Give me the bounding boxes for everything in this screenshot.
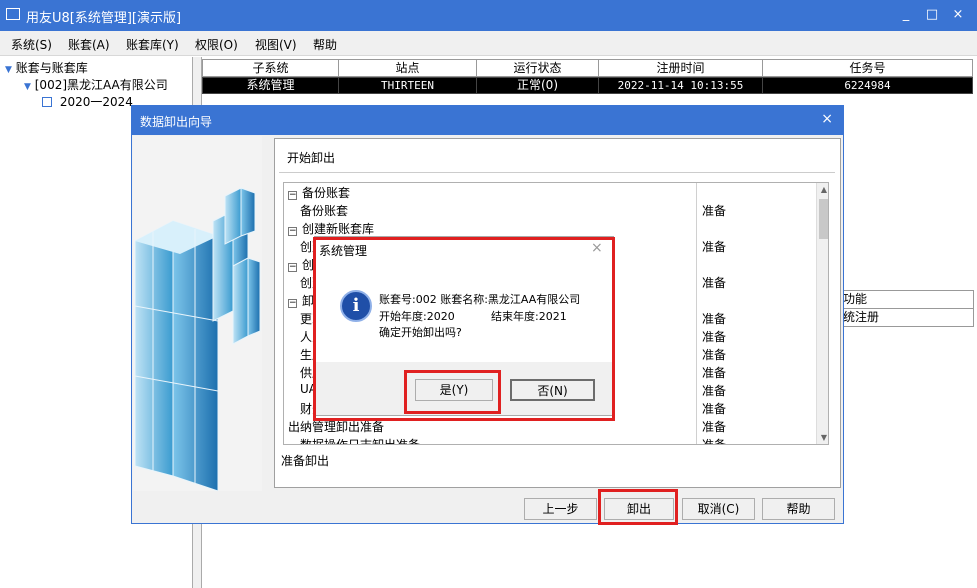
scroll-up-icon[interactable]: ▲ xyxy=(819,185,828,194)
step-label: 备份账套 xyxy=(300,204,349,218)
menu-account[interactable]: 账套(A) xyxy=(68,36,110,53)
step-status: 准备 xyxy=(702,438,727,445)
expand-icon[interactable]: ▼ xyxy=(5,65,12,75)
highlight-box-yes xyxy=(404,370,501,414)
grid-cell-taskno[interactable]: 6224984 xyxy=(762,77,973,94)
tree-root[interactable]: ▼ 账套与账套库 xyxy=(5,59,88,76)
grid-header-subsystem[interactable]: 子系统 xyxy=(202,59,339,77)
grid-header-status[interactable]: 运行状态 xyxy=(476,59,599,77)
tree-root-label: 账套与账套库 xyxy=(15,61,88,75)
grid-cell-station[interactable]: THIRTEEN xyxy=(338,77,477,94)
tree-year-label: 2020一2024 xyxy=(59,95,133,109)
step-status: 准备 xyxy=(702,348,727,362)
status-text: 准备卸出 xyxy=(281,454,330,468)
step-status: 准备 xyxy=(702,402,727,416)
wizard-illustration xyxy=(133,136,262,492)
minimize-button[interactable]: _ xyxy=(896,6,916,24)
app-titlebar: 用友U8[系统管理][演示版] _ □ × xyxy=(0,0,977,31)
tree-company-label: [002]黑龙江AA有限公司 xyxy=(34,78,168,92)
grid-header-taskno[interactable]: 任务号 xyxy=(762,59,973,77)
panel-title: 开始卸出 xyxy=(287,151,336,165)
step-label: 创建新账套库 xyxy=(302,222,375,236)
maximize-button[interactable]: □ xyxy=(922,6,942,24)
cancel-button[interactable]: 取消(C) xyxy=(682,498,755,520)
list-item[interactable]: 备份账套 准备 xyxy=(284,201,814,219)
step-status: 准备 xyxy=(702,204,727,218)
list-item[interactable]: − 创建新账套库 xyxy=(284,219,814,237)
year-icon xyxy=(42,97,52,107)
step-status: 准备 xyxy=(702,312,727,326)
menu-help[interactable]: 帮助 xyxy=(313,36,337,53)
step-status: 准备 xyxy=(702,366,727,380)
step-status: 准备 xyxy=(702,420,727,434)
scroll-down-icon[interactable]: ▼ xyxy=(819,433,828,442)
collapse-icon[interactable]: − xyxy=(288,263,297,272)
menu-bar: 系统(S) 账套(A) 账套库(Y) 权限(O) 视图(V) 帮助 xyxy=(0,31,977,56)
step-status: 准备 xyxy=(702,330,727,344)
list-item[interactable]: 数据操作日志卸出准备 准备 xyxy=(284,435,814,445)
prev-button[interactable]: 上一步 xyxy=(524,498,597,520)
collapse-icon[interactable]: − xyxy=(288,227,297,236)
step-label: 备份账套 xyxy=(302,186,351,200)
grid2-row[interactable]: 统注册 xyxy=(834,308,974,327)
menu-permission[interactable]: 权限(O) xyxy=(195,36,238,53)
tree-company[interactable]: ▼ [002]黑龙江AA有限公司 xyxy=(24,76,168,93)
expand-icon[interactable]: ▼ xyxy=(24,82,31,92)
menu-system[interactable]: 系统(S) xyxy=(11,36,52,53)
menu-account-library[interactable]: 账套库(Y) xyxy=(126,36,179,53)
step-status: 准备 xyxy=(702,384,727,398)
collapse-icon[interactable]: − xyxy=(288,299,297,308)
list-item[interactable]: − 备份账套 xyxy=(284,183,814,201)
highlight-box-unload xyxy=(598,489,678,525)
grid-header-station[interactable]: 站点 xyxy=(338,59,477,77)
tree-year[interactable]: 2020一2024 xyxy=(42,93,133,110)
step-status: 准备 xyxy=(702,240,727,254)
step-list-scrollbar[interactable]: ▲ ▼ xyxy=(816,183,828,444)
help-button[interactable]: 帮助 xyxy=(762,498,835,520)
step-label: 数据操作日志卸出准备 xyxy=(300,438,421,445)
divider xyxy=(279,172,835,173)
grid-header-regtime[interactable]: 注册时间 xyxy=(598,59,763,77)
menu-view[interactable]: 视图(V) xyxy=(255,36,297,53)
grid2-header[interactable]: 功能 xyxy=(834,290,974,309)
scroll-thumb[interactable] xyxy=(819,199,828,239)
grid-cell-status[interactable]: 正常(0) xyxy=(476,77,599,94)
grid-cell-subsystem[interactable]: 系统管理 xyxy=(202,77,339,94)
grid-cell-regtime[interactable]: 2022-11-14 10:13:55 xyxy=(598,77,763,94)
step-status: 准备 xyxy=(702,276,727,290)
app-icon xyxy=(6,8,20,20)
app-title: 用友U8[系统管理][演示版] xyxy=(26,11,182,26)
wizard-title: 数据卸出向导 xyxy=(140,115,213,129)
close-button[interactable]: × xyxy=(948,6,968,24)
collapse-icon[interactable]: − xyxy=(288,191,297,200)
wizard-titlebar: 数据卸出向导 × xyxy=(132,106,843,135)
wizard-close-button[interactable]: × xyxy=(821,111,833,127)
